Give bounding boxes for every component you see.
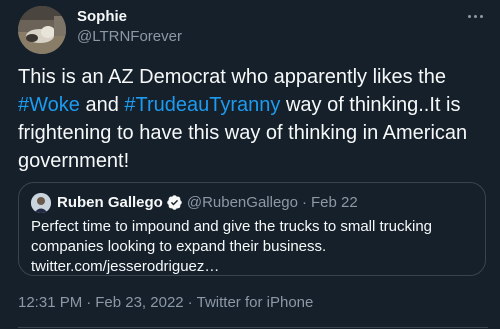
verified-badge-icon bbox=[167, 195, 182, 210]
quoted-tweet-date[interactable]: Feb 22 bbox=[311, 194, 358, 211]
tweet-date[interactable]: Feb 23, 2022 bbox=[95, 294, 183, 311]
quoted-tweet-card[interactable]: Ruben Gallego @RubenGallego · Feb 22 Per… bbox=[18, 182, 486, 276]
quoted-author-name[interactable]: Ruben Gallego bbox=[57, 194, 163, 211]
tweet-timestamp-row: 12:31 PM · Feb 23, 2022 · Twitter for iPhone bbox=[18, 294, 313, 311]
quoted-avatar-photo-icon bbox=[31, 193, 51, 213]
author-display-name[interactable]: Sophie bbox=[77, 8, 127, 25]
quoted-author-avatar[interactable] bbox=[31, 193, 51, 213]
quoted-tweet-link[interactable]: twitter.com/jesserodriguez… bbox=[31, 257, 471, 277]
more-dot bbox=[479, 14, 483, 18]
tweet-text: This is an AZ Democrat who apparently li… bbox=[18, 63, 488, 175]
quoted-tweet-text: Perfect time to impound and give the tru… bbox=[31, 217, 471, 277]
timestamp-separator: · bbox=[86, 294, 92, 311]
author-avatar[interactable] bbox=[18, 6, 66, 54]
quoted-author-handle[interactable]: @RubenGallego bbox=[187, 194, 298, 211]
hashtag-link-woke[interactable]: #Woke bbox=[18, 94, 80, 116]
quoted-meta-separator: · bbox=[301, 194, 307, 211]
more-dot bbox=[473, 14, 477, 18]
more-horizontal-icon bbox=[467, 14, 471, 18]
divider bbox=[18, 327, 488, 328]
tweet-text-part: and bbox=[79, 94, 125, 116]
quoted-tweet-body: Perfect time to impound and give the tru… bbox=[31, 218, 433, 255]
tweet: Sophie @LTRNForever This is an AZ Democr… bbox=[0, 0, 500, 329]
tweet-source[interactable]: Twitter for iPhone bbox=[197, 294, 314, 311]
hashtag-link-trudeau-tyranny[interactable]: #TrudeauTyranny bbox=[124, 94, 280, 116]
more-options-button[interactable] bbox=[462, 6, 488, 26]
tweet-text-part: This is an AZ Democrat who apparently li… bbox=[18, 66, 446, 88]
avatar-photo-icon bbox=[18, 6, 66, 54]
author-handle[interactable]: @LTRNForever bbox=[77, 28, 182, 45]
quoted-tweet-header: Ruben Gallego @RubenGallego · Feb 22 bbox=[57, 194, 358, 211]
timestamp-separator: · bbox=[187, 294, 193, 311]
tweet-time[interactable]: 12:31 PM bbox=[18, 294, 82, 311]
